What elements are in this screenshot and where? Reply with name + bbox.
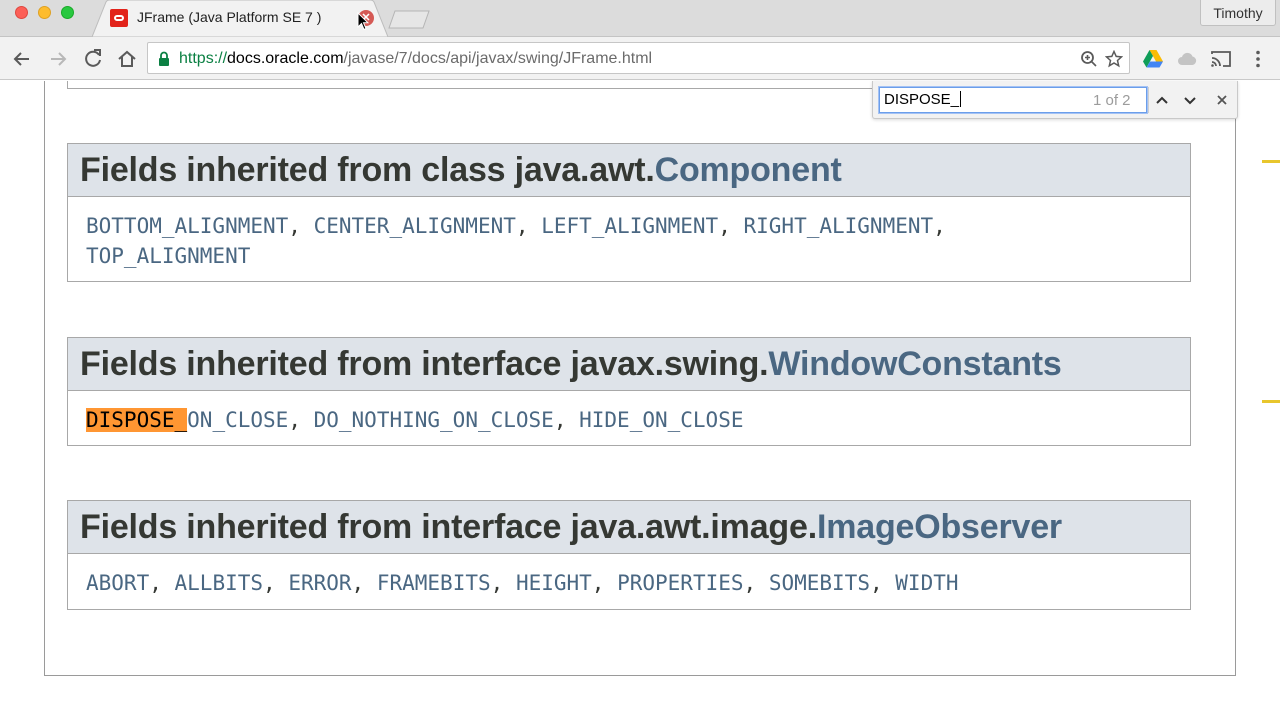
inherited-fields-component: Fields inherited from class java.awt.Com… <box>67 143 1191 282</box>
imageobserver-link[interactable]: ImageObserver <box>817 508 1062 546</box>
inherited-fields-imageobserver: Fields inherited from interface java.awt… <box>67 500 1191 610</box>
field-list: DISPOSE_ON_CLOSE, DO_NOTHING_ON_CLOSE, H… <box>86 408 744 432</box>
menu-kebab-icon[interactable] <box>1247 48 1269 70</box>
url-host: docs.oracle.com <box>227 50 344 67</box>
back-arrow-icon[interactable] <box>10 47 34 71</box>
window-minimize-button[interactable] <box>38 6 51 19</box>
field-link[interactable]: RIGHT_ALIGNMENT <box>744 214 934 238</box>
find-divider <box>1148 87 1149 113</box>
field-link[interactable]: WIDTH <box>895 571 958 595</box>
field-link[interactable]: CENTER_ALIGNMENT <box>314 214 516 238</box>
field-link[interactable]: DO_NOTHING_ON_CLOSE <box>314 408 554 432</box>
window-close-button[interactable] <box>15 6 28 19</box>
field-link[interactable]: LEFT_ALIGNMENT <box>541 214 718 238</box>
oracle-favicon-icon <box>110 9 128 27</box>
field-link[interactable]: ERROR <box>288 571 351 595</box>
address-bar[interactable]: https://docs.oracle.com/javase/7/docs/ap… <box>147 42 1130 74</box>
field-list: ABORT, ALLBITS, ERROR, FRAMEBITS, HEIGHT… <box>86 571 959 595</box>
field-link[interactable]: FRAMEBITS <box>377 571 491 595</box>
new-tab-button[interactable] <box>388 10 430 29</box>
windowconstants-link[interactable]: WindowConstants <box>768 345 1061 383</box>
find-previous-chevron-up-icon[interactable] <box>1152 90 1172 110</box>
url-scheme: https:// <box>179 50 228 67</box>
url-text: https://docs.oracle.com/javase/7/docs/ap… <box>179 50 652 68</box>
find-result-scroll-marker <box>1262 160 1280 163</box>
cloud-icon[interactable] <box>1176 48 1198 70</box>
field-link[interactable]: HIDE_ON_CLOSE <box>579 408 743 432</box>
field-link-dispose-on-close[interactable]: DISPOSE_ON_CLOSE <box>86 408 288 432</box>
profile-button[interactable]: Timothy <box>1200 0 1276 26</box>
field-link-rest: ON_CLOSE <box>187 408 289 432</box>
heading-prefix: Fields inherited from class java.awt. <box>80 151 655 189</box>
reload-icon[interactable] <box>81 47 105 71</box>
browser-toolbar: https://docs.oracle.com/javase/7/docs/ap… <box>0 37 1280 80</box>
window-zoom-button[interactable] <box>61 6 74 19</box>
find-next-chevron-down-icon[interactable] <box>1180 90 1200 110</box>
tab-title: JFrame (Java Platform SE 7 ) <box>137 9 322 25</box>
field-link[interactable]: BOTTOM_ALIGNMENT <box>86 214 288 238</box>
lock-icon <box>159 51 169 66</box>
find-match-count: 1 of 2 <box>1093 92 1131 109</box>
bookmark-star-icon[interactable] <box>1105 50 1123 68</box>
home-icon[interactable] <box>115 47 139 71</box>
find-highlight: DISPOSE_ <box>86 408 188 432</box>
field-link[interactable]: SOMEBITS <box>769 571 870 595</box>
field-link[interactable]: PROPERTIES <box>617 571 743 595</box>
google-drive-icon[interactable] <box>1142 48 1164 70</box>
heading-prefix: Fields inherited from interface javax.sw… <box>80 345 769 383</box>
field-link[interactable]: ALLBITS <box>175 571 264 595</box>
find-bar: DISPOSE_ 1 of 2 <box>872 81 1238 119</box>
page-content: Fields inherited from class java.awt.Com… <box>0 81 1280 720</box>
find-result-scroll-marker <box>1262 400 1280 403</box>
find-close-icon[interactable] <box>1212 90 1232 110</box>
inherited-fields-windowconstants: Fields inherited from interface javax.sw… <box>67 337 1191 446</box>
zoom-icon[interactable] <box>1080 50 1098 68</box>
cast-icon[interactable] <box>1210 48 1232 70</box>
forward-arrow-icon[interactable] <box>46 47 70 71</box>
section-heading: Fields inherited from interface java.awt… <box>68 501 1190 554</box>
find-query: DISPOSE_ <box>884 91 960 108</box>
url-path: /javase/7/docs/api/javax/swing/JFrame.ht… <box>343 50 653 67</box>
field-link[interactable]: ABORT <box>86 571 149 595</box>
section-heading: Fields inherited from interface javax.sw… <box>68 338 1190 391</box>
heading-prefix: Fields inherited from interface java.awt… <box>80 508 817 546</box>
tab-strip: JFrame (Java Platform SE 7 ) ✕ Timothy <box>0 0 1280 37</box>
field-link[interactable]: HEIGHT <box>516 571 592 595</box>
section-heading: Fields inherited from class java.awt.Com… <box>68 144 1190 197</box>
mouse-cursor-icon <box>357 12 369 31</box>
component-link[interactable]: Component <box>655 151 842 189</box>
field-list: BOTTOM_ALIGNMENT, CENTER_ALIGNMENT, LEFT… <box>86 214 946 268</box>
tab-active[interactable]: JFrame (Java Platform SE 7 ) ✕ <box>92 0 388 37</box>
field-link[interactable]: TOP_ALIGNMENT <box>86 244 250 268</box>
text-caret <box>960 91 962 107</box>
